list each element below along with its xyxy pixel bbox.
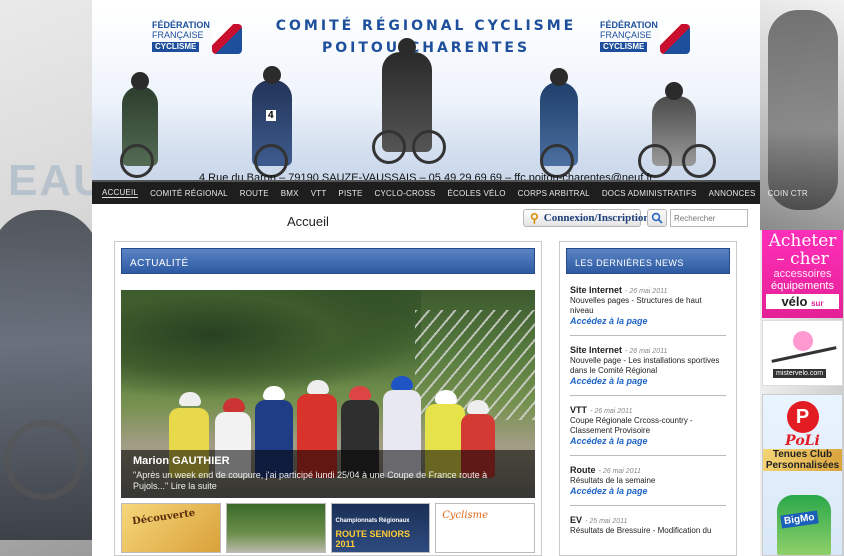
thumbnail-championnats[interactable]: Championnats Régionaux ROUTE SENIORS 201… [330, 503, 431, 553]
ad-acheter-moins-cher[interactable]: Acheter – cher accessoires équipements v… [762, 230, 843, 318]
nav-item-piste[interactable]: Piste [338, 189, 362, 198]
nav-item-coin-ctr[interactable]: Coin CTR [768, 189, 808, 198]
bmx-rider-image [768, 10, 838, 210]
nav-item-corps-arbitral[interactable]: Corps Arbitral [518, 189, 590, 198]
thumbnail-strip: Découverte Championnats Régionaux ROUTE … [121, 503, 535, 553]
site-title: COMITÉ RÉGIONAL CYCLISME [275, 18, 577, 34]
ad-mistervelo[interactable]: mistervelo.com [762, 320, 843, 386]
page-container: FÉDÉRATION FRANÇAISE CYCLISME FÉDÉRATION… [92, 0, 808, 556]
list-item: EV - 25 mai 2011 Résultats de Bressuire … [570, 515, 712, 535]
news-link[interactable]: Accédez à la page [570, 316, 726, 326]
news-link[interactable]: Accédez à la page [570, 376, 726, 386]
thumbnail-cyclisme[interactable]: Cyclisme [435, 503, 535, 553]
actualite-header: Actualité [121, 248, 535, 274]
cyclist-figure [120, 72, 158, 178]
header-banner: FÉDÉRATION FRANÇAISE CYCLISME FÉDÉRATION… [92, 8, 760, 180]
login-label: Connexion/Inscription [543, 212, 650, 224]
mascot-icon [793, 331, 813, 351]
list-item: Site Internet - 26 mai 2011 Nouvelles pa… [570, 284, 726, 336]
key-icon: ⚲ [530, 210, 539, 225]
nav-item-docs-administratifs[interactable]: Docs Administratifs [602, 189, 697, 198]
nav-item-route[interactable]: Route [240, 189, 269, 198]
latest-news-panel: Les Dernières News Site Internet - 26 ma… [559, 241, 737, 556]
nav-item-comite-regional[interactable]: Comité Régional [150, 189, 228, 198]
vtt-figure [540, 68, 578, 178]
page-title: Accueil [287, 214, 329, 229]
news-link[interactable]: Accédez à la page [570, 486, 726, 496]
ad-column: Acheter – cher accessoires équipements v… [761, 230, 844, 556]
feature-name: Marion GAUTHIER [133, 455, 230, 467]
nav-item-cyclo-cross[interactable]: Cyclo-Cross [375, 189, 436, 198]
thumbnail-decouverte[interactable]: Découverte [121, 503, 221, 553]
feature-photo[interactable]: Marion GAUTHIER "Après un week end de co… [121, 290, 535, 498]
nav-item-accueil[interactable]: Accueil [102, 188, 139, 198]
news-link[interactable]: Accédez à la page [570, 436, 726, 446]
list-item: VTT - 26 mai 2011 Coupe Régionale Crcoss… [570, 404, 726, 456]
nav-item-ecoles-velo[interactable]: Écoles Vélo [447, 189, 505, 198]
search-button[interactable] [647, 209, 667, 227]
feature-caption[interactable]: Marion GAUTHIER "Après un week end de co… [121, 450, 535, 498]
bmx-jump-figure [372, 38, 446, 164]
search-icon [651, 212, 663, 224]
latest-news-list: Site Internet - 26 mai 2011 Nouvelles pa… [560, 274, 736, 545]
list-item: Route - 26 mai 2011 Résultats de la sema… [570, 464, 726, 506]
thumbnail-photo[interactable] [225, 503, 326, 553]
background-text: EAU [8, 156, 92, 205]
login-button[interactable]: ⚲ Connexion/Inscription [523, 209, 650, 227]
left-decoration: EAU [0, 0, 92, 556]
contact-address: 4 Rue du Baron – 79190 SAUZE-VAUSSAIS – … [198, 172, 654, 180]
latest-news-header: Les Dernières News [566, 248, 730, 274]
main-nav: Accueil Comité Régional Route BMX VTT Pi… [92, 180, 808, 204]
ad-poli[interactable]: P PoLi Tenues Club Personnalisées BigMo [762, 394, 843, 556]
actualite-panel: Actualité [114, 241, 542, 556]
list-item: Site Internet - 26 mai 2011 Nouvelle pag… [570, 344, 726, 396]
bmx-figure: 4 [252, 66, 292, 178]
search-input[interactable] [670, 209, 748, 227]
rider-number: 4 [266, 110, 276, 121]
nav-item-bmx[interactable]: BMX [281, 189, 299, 198]
nav-item-annonces[interactable]: Annonces [709, 189, 756, 198]
poli-logo-icon: P [786, 401, 819, 433]
feature-text: "Après un week end de coupure, j'ai part… [133, 470, 488, 491]
site-subtitle: POITOU-CHARENTES [321, 40, 531, 56]
nav-item-vtt[interactable]: VTT [311, 189, 327, 198]
track-figure [638, 82, 716, 178]
wheel-image [4, 420, 84, 500]
page-toolbar: Accueil ⚲ Connexion/Inscription [92, 205, 760, 231]
